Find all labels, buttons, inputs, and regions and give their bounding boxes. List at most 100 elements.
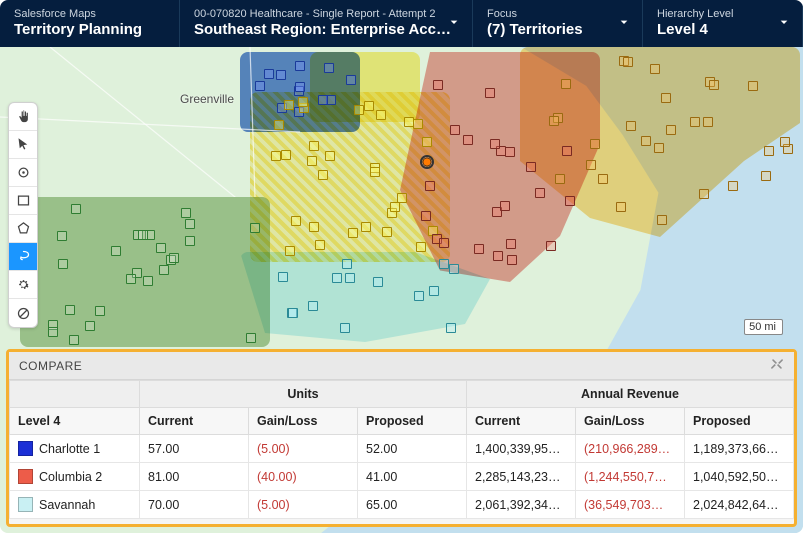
map-marker[interactable] xyxy=(562,146,572,156)
map-marker[interactable] xyxy=(450,125,460,135)
map-marker[interactable] xyxy=(376,110,386,120)
map-marker[interactable] xyxy=(324,63,334,73)
map-marker[interactable] xyxy=(590,139,600,149)
col-units-proposed[interactable]: Proposed xyxy=(358,408,467,435)
map-marker[interactable] xyxy=(95,306,105,316)
map-marker[interactable] xyxy=(657,215,667,225)
map-marker[interactable] xyxy=(709,80,719,90)
map-marker[interactable] xyxy=(598,174,608,184)
map-marker[interactable] xyxy=(348,228,358,238)
map-marker[interactable] xyxy=(463,135,473,145)
col-rev-proposed[interactable]: Proposed xyxy=(685,408,794,435)
map-marker[interactable] xyxy=(666,125,676,135)
table-row[interactable]: Columbia 281.00(40.00)41.002,285,143,23…… xyxy=(10,463,794,491)
rect-select-tool[interactable] xyxy=(9,187,37,215)
map-marker[interactable] xyxy=(439,238,449,248)
map-marker[interactable] xyxy=(71,204,81,214)
map-marker[interactable] xyxy=(342,259,352,269)
col-level[interactable]: Level 4 xyxy=(10,408,140,435)
collapse-icon[interactable] xyxy=(770,357,784,374)
map-marker[interactable] xyxy=(780,137,790,147)
map-marker[interactable] xyxy=(661,93,671,103)
map-marker[interactable] xyxy=(318,95,328,105)
focus-picker[interactable]: Focus (7) Territories xyxy=(473,0,643,47)
map-marker[interactable] xyxy=(345,273,355,283)
map-marker[interactable] xyxy=(565,196,575,206)
map-marker[interactable] xyxy=(48,327,58,337)
map-marker[interactable] xyxy=(169,253,179,263)
map-marker[interactable] xyxy=(291,216,301,226)
hand-tool[interactable] xyxy=(9,103,37,131)
map-marker[interactable] xyxy=(413,119,423,129)
map-marker[interactable] xyxy=(361,222,371,232)
map-marker[interactable] xyxy=(288,308,298,318)
map-marker[interactable] xyxy=(654,143,664,153)
map-marker[interactable] xyxy=(449,264,459,274)
map-marker[interactable] xyxy=(500,201,510,211)
map-marker[interactable] xyxy=(748,81,758,91)
map-marker[interactable] xyxy=(623,57,633,67)
settings-tool[interactable] xyxy=(9,271,37,299)
map-marker[interactable] xyxy=(764,146,774,156)
map-marker[interactable] xyxy=(181,208,191,218)
map-marker[interactable] xyxy=(85,321,95,331)
map-marker[interactable] xyxy=(58,259,68,269)
map-marker[interactable] xyxy=(57,231,67,241)
map-center-pin[interactable] xyxy=(420,155,434,169)
table-row[interactable]: Savannah70.00(5.00)65.002,061,392,34…(36… xyxy=(10,491,794,519)
map-marker[interactable] xyxy=(546,241,556,251)
map-marker[interactable] xyxy=(346,75,356,85)
map-marker[interactable] xyxy=(429,286,439,296)
map-marker[interactable] xyxy=(246,333,256,343)
map-marker[interactable] xyxy=(728,181,738,191)
map-marker[interactable] xyxy=(414,291,424,301)
map-marker[interactable] xyxy=(332,273,342,283)
map-marker[interactable] xyxy=(626,121,636,131)
map-marker[interactable] xyxy=(250,223,260,233)
map-marker[interactable] xyxy=(421,211,431,221)
map-marker[interactable] xyxy=(425,181,435,191)
map-marker[interactable] xyxy=(422,137,432,147)
map-marker[interactable] xyxy=(65,305,75,315)
map-marker[interactable] xyxy=(416,242,426,252)
map-marker[interactable] xyxy=(506,239,516,249)
map-marker[interactable] xyxy=(278,272,288,282)
map-marker[interactable] xyxy=(309,141,319,151)
map-marker[interactable] xyxy=(373,277,383,287)
map-marker[interactable] xyxy=(308,301,318,311)
map-marker[interactable] xyxy=(474,244,484,254)
map-marker[interactable] xyxy=(370,167,380,177)
map-marker[interactable] xyxy=(126,274,136,284)
col-units-gainloss[interactable]: Gain/Loss xyxy=(249,408,358,435)
col-rev-current[interactable]: Current xyxy=(467,408,576,435)
map-marker[interactable] xyxy=(390,202,400,212)
map-marker[interactable] xyxy=(111,246,121,256)
no-tool[interactable] xyxy=(9,299,37,327)
map-marker[interactable] xyxy=(156,243,166,253)
map-canvas[interactable]: Greenville i 50 mi COMPARE xyxy=(0,47,803,533)
map-marker[interactable] xyxy=(761,171,771,181)
map-marker[interactable] xyxy=(364,101,374,111)
map-marker[interactable] xyxy=(307,156,317,166)
pointer-tool[interactable] xyxy=(9,131,37,159)
map-marker[interactable] xyxy=(507,255,517,265)
map-marker[interactable] xyxy=(185,236,195,246)
hierarchy-level-picker[interactable]: Hierarchy Level Level 4 xyxy=(643,0,803,47)
map-marker[interactable] xyxy=(159,265,169,275)
col-units-current[interactable]: Current xyxy=(140,408,249,435)
map-marker[interactable] xyxy=(439,259,449,269)
poly-select-tool[interactable] xyxy=(9,215,37,243)
map-marker[interactable] xyxy=(616,202,626,212)
map-marker[interactable] xyxy=(703,117,713,127)
col-rev-gainloss[interactable]: Gain/Loss xyxy=(576,408,685,435)
map-marker[interactable] xyxy=(490,139,500,149)
map-marker[interactable] xyxy=(526,162,536,172)
map-marker[interactable] xyxy=(493,251,503,261)
map-marker[interactable] xyxy=(561,79,571,89)
map-marker[interactable] xyxy=(641,136,651,146)
map-marker[interactable] xyxy=(354,105,364,115)
map-marker[interactable] xyxy=(285,246,295,256)
map-marker[interactable] xyxy=(185,219,195,229)
map-marker[interactable] xyxy=(535,188,545,198)
table-row[interactable]: Charlotte 157.00(5.00)52.001,400,339,95…… xyxy=(10,435,794,463)
